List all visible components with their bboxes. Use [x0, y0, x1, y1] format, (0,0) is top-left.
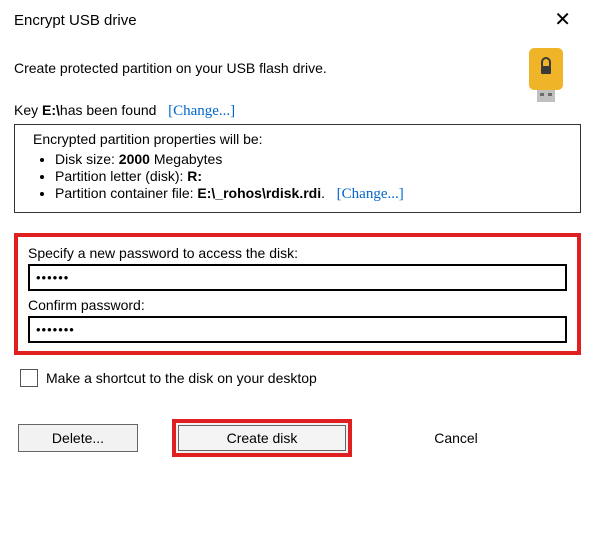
- change-key-link[interactable]: [Change...]: [168, 103, 235, 119]
- prop-partition-letter: Partition letter (disk): R:: [55, 168, 570, 184]
- change-container-link[interactable]: [Change...]: [337, 186, 404, 202]
- shortcut-label: Make a shortcut to the disk on your desk…: [46, 370, 317, 386]
- confirm-password-label: Confirm password:: [28, 297, 567, 313]
- password-input[interactable]: [28, 264, 567, 291]
- prop-container-file: Partition container file: E:\_rohos\rdis…: [55, 185, 570, 203]
- confirm-password-input[interactable]: [28, 316, 567, 343]
- cancel-button[interactable]: Cancel: [386, 425, 526, 451]
- create-disk-button[interactable]: Create disk: [172, 419, 352, 457]
- prop-disk-size: Disk size: 2000 Megabytes: [55, 151, 570, 167]
- key-found-line: Key E:\has been found [Change...]: [14, 102, 581, 120]
- properties-heading: Encrypted partition properties will be:: [33, 131, 570, 147]
- password-label: Specify a new password to access the dis…: [28, 245, 567, 261]
- partition-properties-box: Encrypted partition properties will be: …: [14, 124, 581, 213]
- window-title: Encrypt USB drive: [14, 12, 137, 29]
- shortcut-checkbox[interactable]: [20, 369, 38, 387]
- delete-button[interactable]: Delete...: [18, 424, 138, 452]
- description-text: Create protected partition on your USB f…: [14, 60, 581, 76]
- usb-lock-icon: [525, 44, 567, 109]
- close-icon[interactable]: ✕: [544, 8, 581, 32]
- password-section: Specify a new password to access the dis…: [14, 233, 581, 355]
